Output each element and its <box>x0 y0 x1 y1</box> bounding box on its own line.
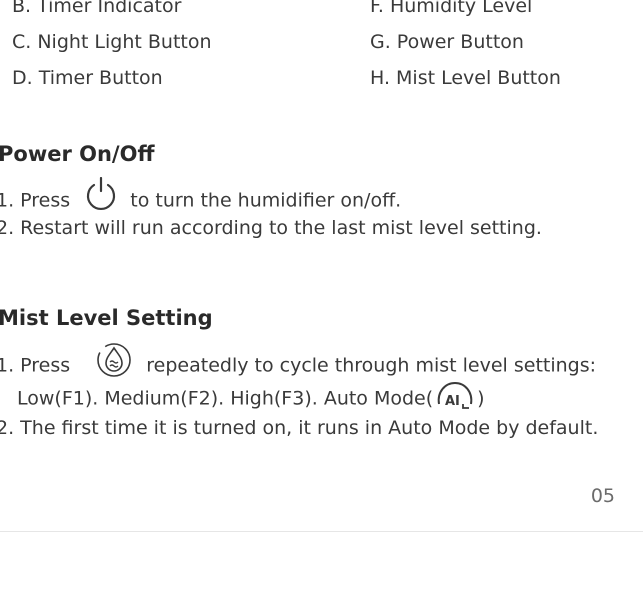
auto-mode-icon-label: AI <box>445 394 460 409</box>
manual-page: B. Timer Indicator C. Night Light Button… <box>0 0 643 606</box>
power-step-1-prefix: 1. Press <box>0 189 71 212</box>
power-step-2: 2. Restart will run according to the las… <box>0 217 542 239</box>
mist-step-1-line-2-prefix: Low(F1). Medium(F2). High(F3). Auto Mode… <box>17 387 434 410</box>
mist-step-1-line-2-suffix: ) <box>477 387 485 410</box>
auto-mode-icon: AI <box>433 378 477 416</box>
legend-item-power-button: G. Power Button <box>370 31 524 53</box>
legend-item-timer-button: D. Timer Button <box>12 67 163 89</box>
mist-step-2: 2. The first time it is turned on, it ru… <box>0 417 599 439</box>
mist-step-1-prefix: 1. Press <box>0 354 71 377</box>
mist-step-1-line-2: Low(F1). Medium(F2). High(F3). Auto Mode… <box>17 380 485 418</box>
power-icon <box>82 176 120 219</box>
power-section-title: Power On/Off <box>0 142 155 166</box>
legend-item-mist-level-button: H. Mist Level Button <box>370 67 561 89</box>
mist-section-title: Mist Level Setting <box>0 306 213 330</box>
legend-item-night-light-button: C. Night Light Button <box>12 31 212 53</box>
mist-step-1-suffix: repeatedly to cycle through mist level s… <box>146 354 597 377</box>
power-step-1-suffix: to turn the humidifier on/off. <box>130 189 402 212</box>
legend-item-humidity-level: F. Humidity Level <box>370 0 533 17</box>
footer-divider <box>0 531 643 532</box>
page-number: 05 <box>590 485 615 507</box>
legend-item-timer-indicator: B. Timer Indicator <box>12 0 182 17</box>
mist-level-icon <box>90 341 140 385</box>
